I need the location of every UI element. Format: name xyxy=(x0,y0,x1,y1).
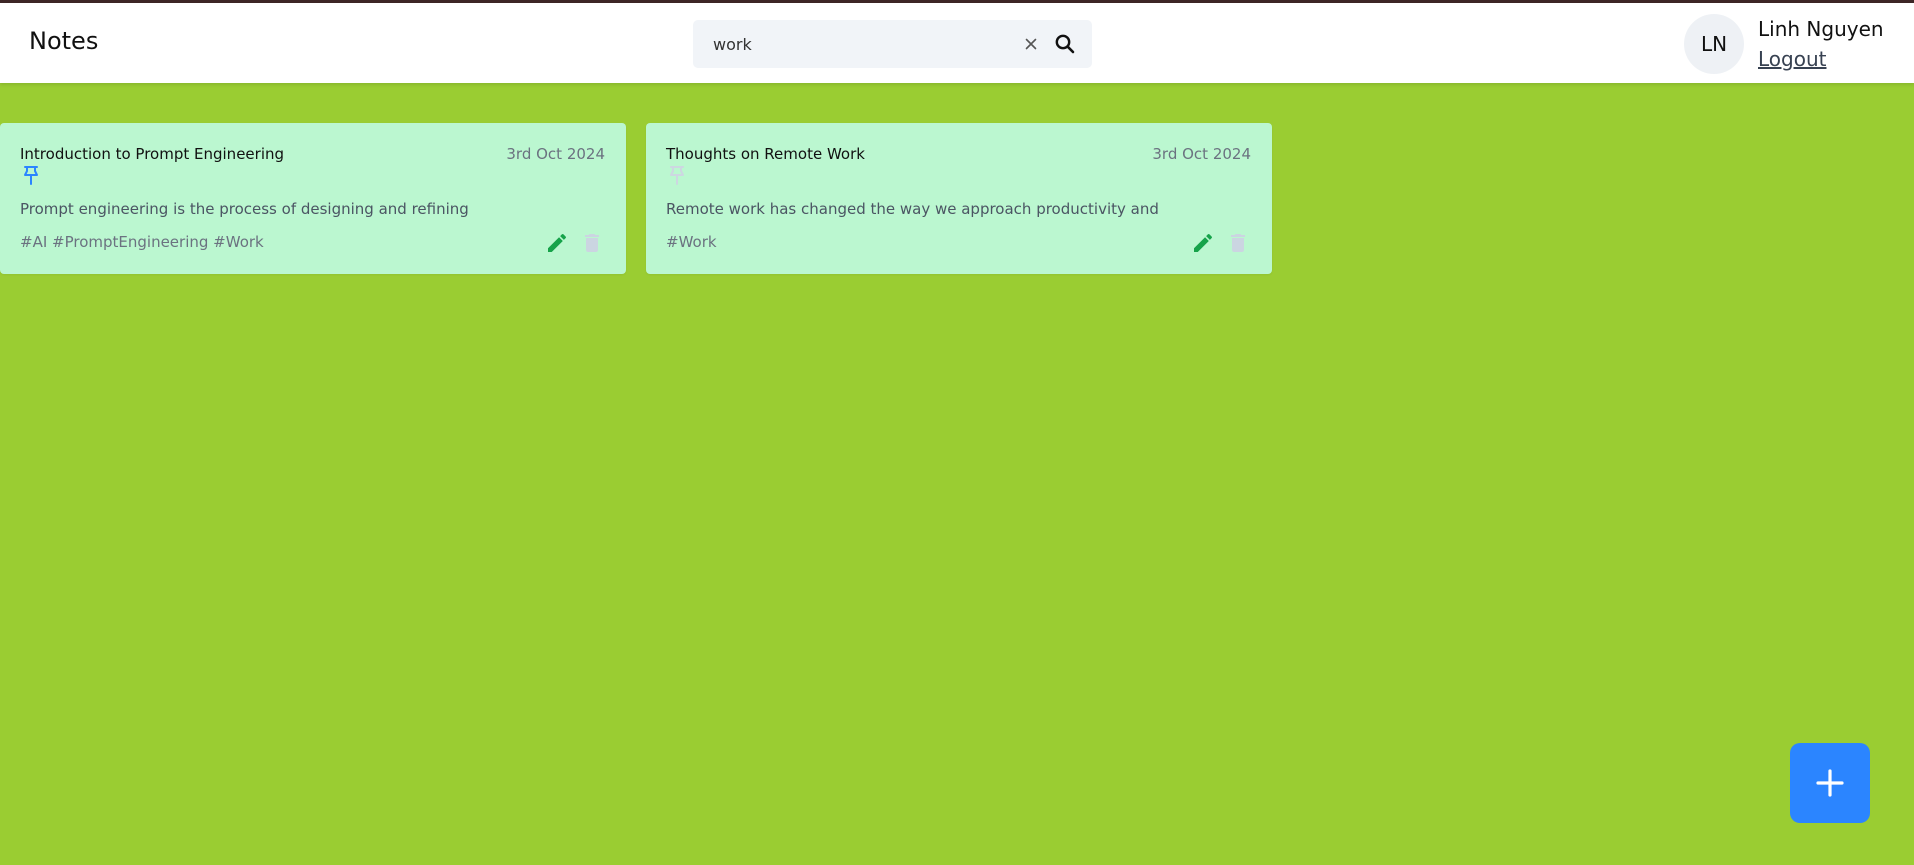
avatar[interactable]: LN xyxy=(1684,14,1744,74)
avatar-initials: LN xyxy=(1700,32,1728,56)
delete-icon[interactable] xyxy=(1226,231,1250,255)
close-icon[interactable] xyxy=(1021,34,1041,54)
search-icon[interactable] xyxy=(1054,33,1076,55)
note-tags: #Work xyxy=(666,233,717,251)
pin-icon[interactable] xyxy=(668,165,686,185)
user-name: Linh Nguyen xyxy=(1758,17,1884,41)
note-date: 3rd Oct 2024 xyxy=(1152,145,1251,163)
note-title: Introduction to Prompt Engineering xyxy=(20,145,285,163)
delete-icon[interactable] xyxy=(580,231,604,255)
edit-icon[interactable] xyxy=(545,231,569,255)
navbar: Notes LN Linh Nguyen Logout xyxy=(0,3,1914,83)
pin-icon[interactable] xyxy=(22,165,40,185)
note-title: Thoughts on Remote Work xyxy=(666,145,865,163)
note-card[interactable]: Introduction to Prompt Engineering 3rd O… xyxy=(0,123,626,274)
note-content: Remote work has changed the way we appro… xyxy=(666,200,1159,218)
note-content: Prompt engineering is the process of des… xyxy=(20,200,469,218)
search-input[interactable] xyxy=(713,20,1013,68)
app-title: Notes xyxy=(29,27,99,55)
note-tags: #AI #PromptEngineering #Work xyxy=(20,233,264,251)
note-date: 3rd Oct 2024 xyxy=(506,145,605,163)
plus-icon xyxy=(1816,769,1844,797)
edit-icon[interactable] xyxy=(1191,231,1215,255)
add-note-button[interactable] xyxy=(1790,743,1870,823)
note-card[interactable]: Thoughts on Remote Work 3rd Oct 2024 Rem… xyxy=(646,123,1272,274)
search-bar xyxy=(693,20,1092,68)
logout-link[interactable]: Logout xyxy=(1758,47,1826,71)
